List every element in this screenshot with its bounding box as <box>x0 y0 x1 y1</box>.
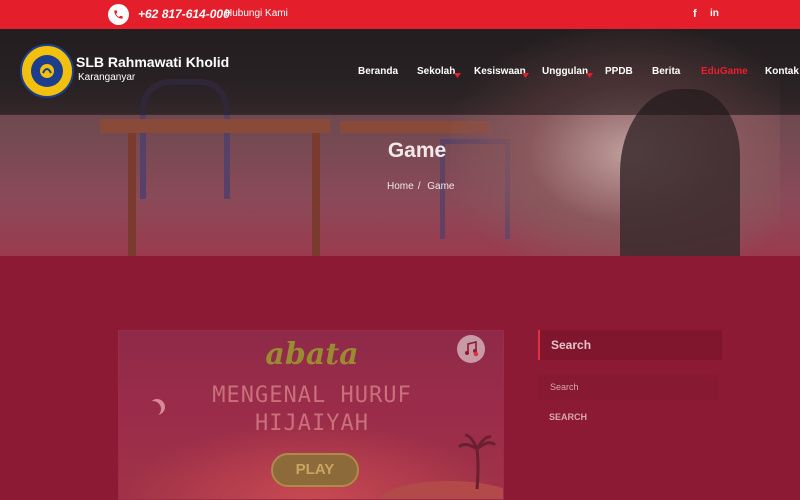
game-logo: abata <box>265 337 359 372</box>
nav-item-berita[interactable]: Berita <box>652 66 680 77</box>
site-subtitle: Karanganyar <box>78 72 136 83</box>
chevron-down-icon <box>454 73 461 78</box>
nav-item-kesiswaan[interactable]: Kesiswaan <box>474 66 526 77</box>
phone-icon <box>108 4 129 25</box>
hero-banner: SLB Rahmawati Kholid Karanganyar Beranda… <box>0 29 800 256</box>
school-logo[interactable] <box>20 44 74 98</box>
linkedin-icon[interactable]: in <box>710 8 719 19</box>
breadcrumb: Home / Game <box>387 181 458 192</box>
nav-item-kontak[interactable]: Kontak <box>765 66 799 77</box>
play-button[interactable]: PLAY <box>271 453 359 487</box>
breadcrumb-separator: / <box>417 181 421 192</box>
chevron-down-icon <box>586 73 593 78</box>
table-decoration <box>100 119 330 133</box>
music-toggle-button[interactable] <box>457 335 485 363</box>
game-title-line2: HIJAIYAH <box>255 411 369 436</box>
search-input[interactable] <box>538 374 718 400</box>
site-title[interactable]: SLB Rahmawati Kholid <box>76 54 229 70</box>
contact-label[interactable]: Hubungi Kami <box>225 8 288 19</box>
page-title: Game <box>387 139 447 162</box>
logo-emblem <box>31 55 63 87</box>
palm-tree-icon <box>457 433 497 490</box>
search-widget-title: Search <box>551 338 592 352</box>
content-overlay: abata MENGENAL HURUF HIJAIYAH PLAY Searc… <box>0 256 800 500</box>
breadcrumb-current: Game <box>427 181 455 192</box>
nav-item-sekolah[interactable]: Sekolah <box>417 66 455 77</box>
nav-item-beranda[interactable]: Beranda <box>358 66 398 77</box>
top-bar: +62 817-614-000 Hubungi Kami f in <box>0 0 800 29</box>
chevron-down-icon <box>522 73 529 78</box>
nav-item-ppdb[interactable]: PPDB <box>605 66 633 77</box>
game-title-line1: MENGENAL HURUF <box>212 383 412 408</box>
phone-number[interactable]: +62 817-614-000 <box>138 7 230 21</box>
nav-item-edugame[interactable]: EduGame <box>701 66 748 77</box>
game-frame[interactable]: abata MENGENAL HURUF HIJAIYAH PLAY <box>118 330 504 500</box>
facebook-icon[interactable]: f <box>693 8 697 20</box>
music-icon <box>465 341 479 357</box>
nav-item-unggulan[interactable]: Unggulan <box>542 66 588 77</box>
search-button[interactable]: SEARCH <box>538 407 598 427</box>
breadcrumb-home[interactable]: Home <box>387 181 414 192</box>
